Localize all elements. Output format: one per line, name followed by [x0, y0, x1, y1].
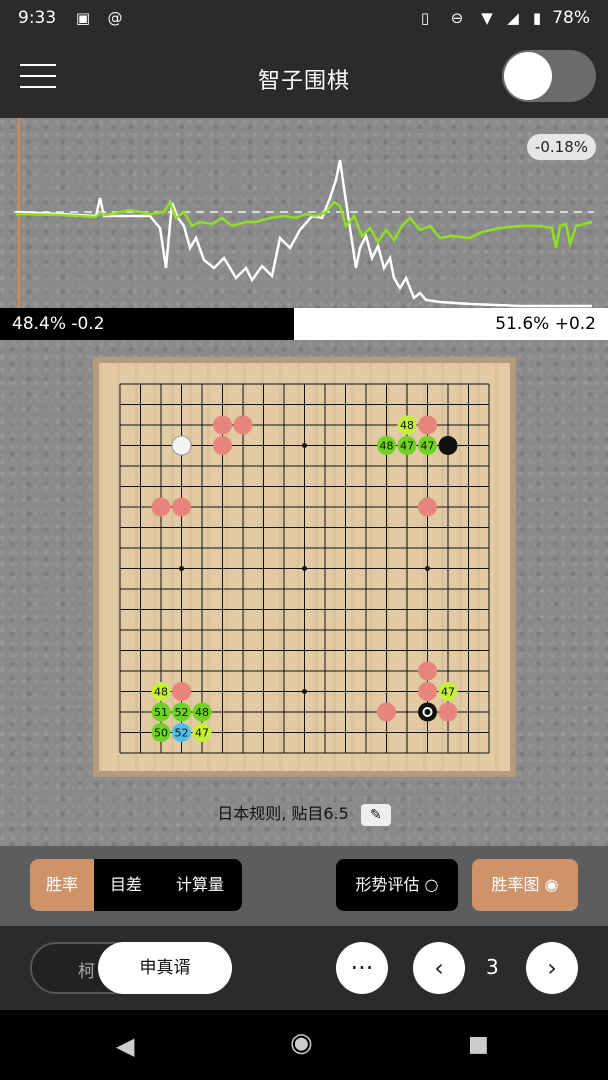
battery-percent: 78% [552, 8, 590, 28]
go-board-svg: 48484747485152485052474747 [119, 383, 490, 754]
player-tab-switch[interactable]: 柯 申真谞 [30, 942, 232, 994]
back-icon[interactable]: ◀ [116, 1032, 134, 1060]
candidate-move [172, 682, 191, 701]
black-stone [418, 702, 437, 722]
candidate-label: 48 [400, 419, 414, 432]
chevron-right-icon[interactable]: › [526, 942, 578, 994]
star-point [179, 566, 184, 571]
black-winrate: 48.4% -0.2 [0, 308, 294, 340]
tab-active[interactable]: 申真谞 [98, 942, 232, 994]
candidate-move [172, 497, 191, 517]
position-eval-button[interactable]: 形势评估 ○ [336, 859, 458, 911]
candidate-move [418, 682, 437, 701]
home-icon[interactable]: ◉ [290, 1028, 313, 1058]
go-board[interactable]: 48484747485152485052474747 [93, 357, 516, 777]
candidate-label: 50 [154, 727, 168, 740]
board-area: 48484747485152485052474747 日本规则, 贴目6.5✎ [0, 340, 608, 846]
star-point [425, 566, 430, 571]
display-mode-segment: 胜率 目差 计算量 [30, 859, 242, 911]
candidate-move [418, 415, 437, 435]
control-bar: 胜率 目差 计算量 形势评估 ○ 胜率图 ◉ [0, 846, 608, 926]
candidate-label: 47 [195, 727, 209, 740]
candidate-label: 47 [441, 686, 455, 699]
candidate-label: 48 [380, 440, 394, 453]
star-point [302, 443, 307, 448]
mode-toggle[interactable] [502, 50, 596, 102]
segment-winrate[interactable]: 胜率 [30, 859, 94, 911]
segment-score[interactable]: 目差 [94, 859, 158, 911]
rule-text: 日本规则, 贴目6.5 [217, 804, 349, 823]
battery-icon: ▮ [532, 9, 542, 27]
candidate-move [418, 661, 437, 681]
candidate-move [377, 702, 396, 722]
winrate-delta-badge: -0.18% [526, 134, 596, 160]
candidate-move [213, 436, 232, 455]
image-icon: ▣ [75, 9, 91, 27]
vibrate-icon: ▯ [420, 9, 430, 27]
star-point [302, 689, 307, 694]
candidate-move [151, 497, 171, 517]
winrate-bar: 48.4% -0.2 51.6% +0.2 [0, 308, 608, 340]
candidate-move [438, 702, 458, 722]
toggle-knob [504, 52, 552, 100]
candidate-label: 51 [154, 706, 168, 719]
candidate-move [418, 497, 437, 517]
tab-left[interactable]: 柯 [78, 957, 95, 982]
rule-info: 日本规则, 贴目6.5 ✎ [0, 800, 608, 826]
winrate-graph-svg [14, 118, 594, 308]
bottom-bar: 柯 申真谞 ··· ‹ 3 › [0, 926, 608, 1010]
candidate-label: 47 [421, 440, 435, 453]
candidate-label: 52 [175, 727, 189, 740]
signal-icon: ◢ [507, 9, 519, 27]
candidate-label: 48 [195, 706, 209, 719]
star-point [302, 566, 307, 571]
status-time: 9:33 [18, 8, 57, 28]
winrate-graph-button[interactable]: 胜率图 ◉ [472, 859, 578, 911]
winrate-graph[interactable]: -0.18% [0, 118, 608, 308]
white-winrate: 51.6% +0.2 [294, 308, 608, 340]
candidate-move [213, 415, 232, 435]
system-nav-bar: ◀ ◉ ■ [0, 1010, 608, 1080]
wifi-icon: ▼ [481, 9, 493, 27]
black-stone [438, 436, 458, 455]
recents-icon[interactable]: ■ [468, 1032, 489, 1057]
pencil-icon[interactable]: ✎ [360, 803, 391, 826]
score-line [15, 159, 592, 308]
candidate-label: 52 [175, 706, 189, 719]
white-stone [171, 435, 192, 456]
at-icon: @ [107, 9, 123, 27]
candidate-label: 47 [400, 440, 414, 453]
candidate-label: 48 [154, 686, 168, 699]
segment-visits[interactable]: 计算量 [158, 859, 242, 911]
app-bar: 智子围棋 [0, 36, 608, 118]
more-button[interactable]: ··· [336, 942, 388, 994]
chevron-left-icon[interactable]: ‹ [413, 942, 465, 994]
dnd-icon: ⊖ [450, 9, 464, 27]
move-number: 3 [486, 955, 499, 979]
status-bar: 9:33 ▣ @ ▯ ⊖ ▼ ◢ ▮ 78% [0, 0, 608, 36]
candidate-move [233, 415, 253, 435]
